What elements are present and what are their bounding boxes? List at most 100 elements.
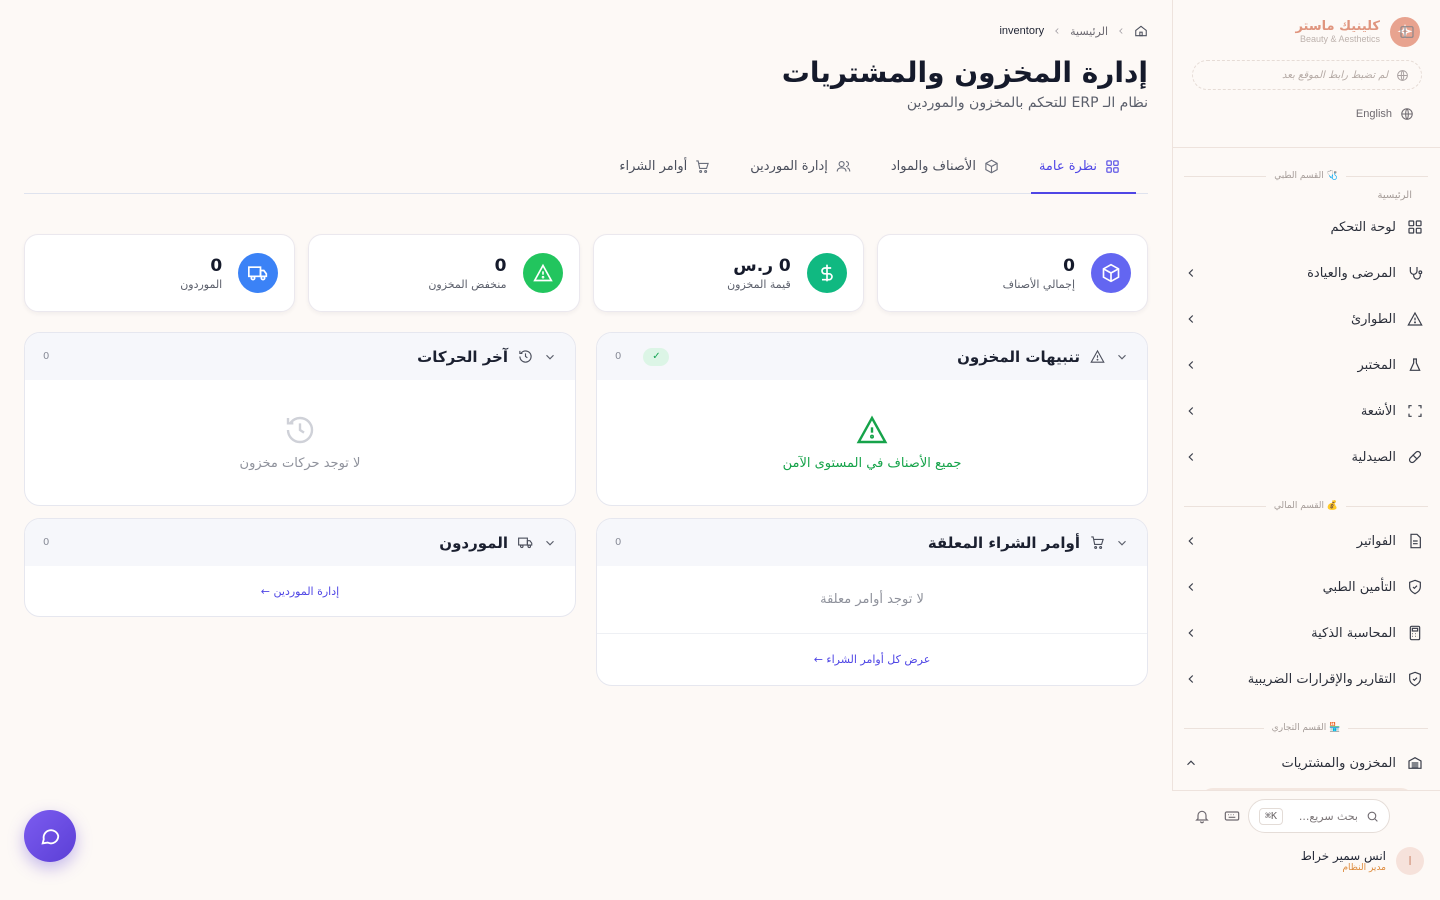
calculator-icon — [1406, 624, 1424, 642]
panel-recent-movements: آخر الحركات 0 لا توجد حركات مخزون — [24, 332, 576, 506]
sidebar-item-lab[interactable]: المختبر — [1172, 342, 1440, 388]
sidebar-item-label: المخزون والمشتريات — [1281, 755, 1397, 771]
chat-button[interactable] — [24, 810, 76, 862]
panel-body: لا توجد حركات مخزون — [25, 380, 575, 505]
brand-name: كلينيك ماستر — [1295, 19, 1380, 34]
tab-label: إدارة الموردين — [750, 159, 828, 174]
panel-count: 0 — [43, 351, 50, 362]
page-title: إدارة المخزون والمشتريات — [781, 56, 1148, 89]
dollar-icon — [806, 253, 847, 293]
chevron-left-icon — [1188, 675, 1194, 683]
tab-label: نظرة عامة — [1038, 159, 1097, 174]
panel-title: آخر الحركات — [417, 347, 508, 366]
panel-count: 0 — [43, 537, 50, 548]
main-content: الرئيسية inventory إدارة المخزون والمشتر… — [24, 0, 1148, 900]
sidebar-item-patients[interactable]: المرضى والعيادة — [1172, 250, 1440, 296]
search-icon — [1367, 811, 1378, 822]
section-medical: 🩺 القسم الطبي — [1172, 164, 1440, 188]
panel-body: لا توجد أوامر معلقة — [597, 566, 1147, 634]
tab-purchase-orders[interactable]: أوامر الشراء — [615, 140, 714, 193]
panel-count: 0 — [615, 537, 622, 548]
tab-items[interactable]: الأصناف والمواد — [887, 140, 1003, 193]
sidebar-item-pharmacy[interactable]: الصيدلية — [1172, 434, 1440, 480]
chevron-left-icon — [1188, 583, 1194, 591]
sidebar-item-insurance[interactable]: التأمين الطبي — [1172, 564, 1440, 610]
quick-search-input[interactable]: بحث سريع... ⌘K — [1248, 799, 1390, 833]
flask-icon — [1406, 356, 1424, 374]
warning-icon — [522, 253, 563, 293]
section-label: 🩺 القسم الطبي — [1274, 171, 1338, 181]
shield-check-icon — [1406, 578, 1424, 596]
sidebar-item-dashboard[interactable]: لوحة التحكم — [1172, 204, 1440, 250]
chevron-up-icon — [1187, 760, 1195, 766]
globe-icon — [1397, 69, 1408, 81]
panel-count: 0 — [615, 351, 622, 362]
stat-label: إجمالي الأصناف — [1002, 277, 1075, 291]
sidebar-item-inventory[interactable]: المخزون والمشتريات — [1172, 740, 1440, 786]
stat-label: قيمة المخزون — [727, 277, 791, 291]
status-message: جميع الأصناف في المستوى الآمن — [782, 456, 962, 471]
user-name: انس سمير خراط — [1300, 849, 1386, 863]
sidebar-item-tax-reports[interactable]: التقارير والإقرارات الضريبية — [1172, 656, 1440, 702]
chevron-down-icon[interactable] — [1115, 536, 1129, 550]
site-link-field[interactable]: لم تضبط رابط الموقع بعد — [1192, 60, 1422, 90]
chevron-left-icon — [1055, 28, 1059, 34]
chevron-down-icon[interactable] — [543, 536, 557, 550]
shortcut-badge: ⌘K — [1259, 807, 1284, 825]
breadcrumb-home[interactable]: الرئيسية — [1070, 25, 1108, 38]
panel-header[interactable]: آخر الحركات 0 — [25, 333, 575, 380]
sidebar-toggle-icon[interactable] — [1399, 24, 1415, 40]
sidebar-item-label: المحاسبة الذكية — [1311, 625, 1396, 641]
user-role: مدير النظام — [1342, 863, 1386, 873]
bell-icon[interactable] — [1194, 808, 1210, 824]
stethoscope-icon — [1406, 264, 1424, 282]
chevron-left-icon — [1188, 537, 1194, 545]
panel-header[interactable]: الموردون 0 — [25, 519, 575, 566]
truck-icon — [238, 253, 279, 293]
section-financial: 💰 القسم المالي — [1172, 494, 1440, 518]
file-text-icon — [1406, 532, 1424, 550]
view-all-orders-link[interactable]: عرض كل أوامر الشراء ← — [814, 653, 931, 666]
panel-stock-alerts: تنبيهات المخزون ✓ 0 جميع الأصناف في المس… — [596, 332, 1148, 506]
stat-value: 0 — [494, 255, 507, 276]
tab-suppliers[interactable]: إدارة الموردين — [746, 140, 855, 193]
history-icon — [286, 416, 314, 444]
stat-card-low-stock: 0 منخفض المخزون — [308, 234, 580, 312]
globe-icon — [1401, 108, 1413, 120]
keyboard-icon[interactable] — [1224, 808, 1240, 824]
panel-header[interactable]: تنبيهات المخزون ✓ 0 — [597, 333, 1147, 380]
sidebar-item-label: الفواتير — [1356, 533, 1396, 549]
sidebar-item-label: التأمين الطبي — [1322, 579, 1396, 595]
home-icon[interactable] — [1134, 24, 1148, 38]
chevron-down-icon[interactable] — [1115, 350, 1129, 364]
chevron-left-icon — [1188, 315, 1194, 323]
page-subtitle: نظام الـ ERP للتحكم بالمخزون والموردين — [906, 95, 1148, 111]
chevron-left-icon — [1188, 453, 1194, 461]
grid-icon — [1106, 160, 1119, 173]
sidebar-footer: بحث سريع... ⌘K ا انس سمير خراط مدير النظ… — [1172, 790, 1440, 900]
tab-label: الأصناف والمواد — [890, 159, 976, 174]
panel-body: جميع الأصناف في المستوى الآمن — [597, 380, 1147, 505]
pill-icon — [1406, 448, 1424, 466]
sidebar-item-label: الصيدلية — [1351, 449, 1396, 465]
manage-suppliers-link[interactable]: إدارة الموردين ← — [261, 585, 339, 598]
user-profile[interactable]: ا انس سمير خراط مدير النظام — [1301, 847, 1424, 875]
warning-icon — [856, 415, 888, 444]
search-placeholder: بحث سريع... — [1298, 809, 1358, 823]
panel-footer: عرض كل أوامر الشراء ← — [597, 634, 1147, 684]
panel-title: تنبيهات المخزون — [957, 347, 1080, 366]
sidebar-item-accounting[interactable]: المحاسبة الذكية — [1172, 610, 1440, 656]
panel-header[interactable]: أوامر الشراء المعلقة 0 — [597, 519, 1147, 566]
language-switch[interactable]: English — [1356, 107, 1414, 121]
ok-badge: ✓ — [643, 347, 670, 366]
sidebar-item-invoices[interactable]: الفواتير — [1172, 518, 1440, 564]
chat-icon — [41, 829, 60, 845]
section-label: 💰 القسم المالي — [1273, 501, 1339, 511]
tab-overview[interactable]: نظرة عامة — [1030, 140, 1137, 194]
history-icon — [519, 350, 532, 363]
chevron-down-icon[interactable] — [543, 350, 557, 364]
sidebar-item-emergency[interactable]: الطوارئ — [1172, 296, 1440, 342]
site-link-text: لم تضبط رابط الموقع بعد — [1282, 69, 1388, 81]
sidebar-item-radiology[interactable]: الأشعة — [1172, 388, 1440, 434]
stat-label: منخفض المخزون — [428, 277, 507, 291]
